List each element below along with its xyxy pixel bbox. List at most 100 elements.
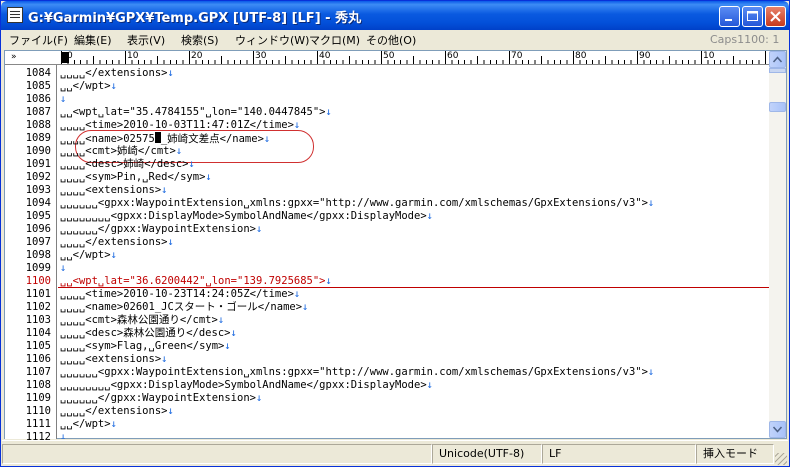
resize-grip[interactable] bbox=[775, 453, 787, 465]
code-area[interactable]: ␣␣␣␣</extensions>↓ ␣␣</wpt>↓ ↓ ␣␣<wpt␣lat="… bbox=[58, 65, 769, 439]
newline-mark-icon: ↓ bbox=[60, 431, 67, 439]
status-encoding[interactable]: Unicode(UTF-8) bbox=[432, 444, 542, 464]
line-number[interactable]: 1097 bbox=[5, 236, 51, 249]
line-number[interactable]: 1092 bbox=[5, 171, 51, 184]
newline-mark-icon: ↓ bbox=[110, 249, 117, 261]
code-line[interactable]: ␣␣␣␣<desc>森林公園通り</desc>↓ bbox=[60, 327, 237, 340]
line-number[interactable]: 1110 bbox=[5, 405, 51, 418]
line-number[interactable]: 1102 bbox=[5, 301, 51, 314]
code-line[interactable]: ␣␣␣␣<extensions>↓ bbox=[60, 353, 167, 366]
code-line[interactable]: ␣␣</wpt>↓ bbox=[60, 249, 117, 262]
line-number[interactable]: 1109 bbox=[5, 392, 51, 405]
line-number[interactable]: 1106 bbox=[5, 353, 51, 366]
menu-other[interactable]: その他(O) bbox=[366, 32, 416, 48]
code-line[interactable]: ␣␣␣␣</extensions>↓ bbox=[60, 67, 174, 80]
line-number[interactable]: 1096 bbox=[5, 223, 51, 236]
code-line[interactable]: ␣␣␣␣␣␣</gpxx:WaypointExtension>↓ bbox=[60, 223, 262, 236]
code-line[interactable]: ␣␣␣␣<time>2010-10-03T11:47:01Z</time>↓ bbox=[60, 119, 300, 132]
text-editor[interactable]: » 0 10 20 30 40 50 60 70 80 90 10 1084 10… bbox=[4, 50, 787, 443]
code-line[interactable]: ␣␣␣␣<cmt>姉崎</cmt>↓ bbox=[60, 145, 182, 158]
status-line-ending[interactable]: LF bbox=[542, 444, 696, 464]
line-number-gutter[interactable]: 1084 1085 1086 1087 1088 1089 1090 1091 1092 1093… bbox=[5, 65, 57, 443]
code-line[interactable]: ␣␣␣␣␣␣␣␣<gpxx:DisplayMode>SymbolAndName<… bbox=[60, 210, 433, 223]
scroll-up-arrow-icon bbox=[773, 56, 782, 63]
code-line[interactable]: ␣␣</wpt>↓ bbox=[60, 80, 117, 93]
code-line[interactable]: ␣␣<wpt␣lat="36.6200442"␣lon="139.7925685… bbox=[60, 275, 332, 288]
line-number[interactable]: 1101 bbox=[5, 288, 51, 301]
line-number[interactable]: 1093 bbox=[5, 184, 51, 197]
line-number[interactable]: 1108 bbox=[5, 379, 51, 392]
line-number[interactable]: 1090 bbox=[5, 145, 51, 158]
newline-mark-icon: ↓ bbox=[60, 93, 67, 105]
code-line[interactable]: ␣␣␣␣␣␣␣␣<gpxx:DisplayMode>SymbolAndName<… bbox=[60, 379, 433, 392]
code-text: ␣␣</wpt> bbox=[60, 80, 111, 92]
menu-edit[interactable]: 編集(E) bbox=[74, 32, 112, 48]
line-number[interactable]: 1100 bbox=[5, 275, 51, 288]
title-bar[interactable]: G:¥Garmin¥GPX¥Temp.GPX [UTF-8] [LF] - 秀丸 bbox=[1, 1, 789, 30]
newline-mark-icon: ↓ bbox=[167, 67, 174, 79]
line-number[interactable]: 1088 bbox=[5, 119, 51, 132]
close-button[interactable] bbox=[765, 6, 786, 27]
line-number[interactable]: 1089 bbox=[5, 132, 51, 145]
menu-view[interactable]: 表示(V) bbox=[127, 32, 165, 48]
menu-window[interactable]: ウィンドウ(W) bbox=[235, 32, 309, 48]
line-number[interactable]: 1084 bbox=[5, 67, 51, 80]
split-box[interactable] bbox=[769, 68, 786, 73]
code-line[interactable]: ↓ bbox=[60, 431, 66, 439]
line-number[interactable]: 1086 bbox=[5, 93, 51, 106]
line-number[interactable]: 1103 bbox=[5, 314, 51, 327]
menu-search[interactable]: 検索(S) bbox=[181, 32, 219, 48]
newline-mark-icon: ↓ bbox=[110, 80, 117, 92]
line-number[interactable]: 1107 bbox=[5, 366, 51, 379]
code-line[interactable]: ␣␣␣␣<cmt>森林公園通り</cmt>↓ bbox=[60, 314, 224, 327]
newline-mark-icon: ↓ bbox=[426, 379, 433, 391]
scroll-up-button[interactable] bbox=[769, 51, 786, 68]
code-text: ␣␣␣␣<time>2010-10-23T14:24:05Z</time> bbox=[60, 288, 294, 300]
line-number[interactable]: 1099 bbox=[5, 262, 51, 275]
line-number[interactable]: 1104 bbox=[5, 327, 51, 340]
scroll-down-button[interactable] bbox=[769, 421, 786, 438]
line-number[interactable]: 1091 bbox=[5, 158, 51, 171]
code-line[interactable]: ↓ bbox=[60, 262, 66, 275]
code-line[interactable]: ␣␣␣␣<sym>Pin,␣Red</sym>↓ bbox=[60, 171, 212, 184]
code-line[interactable]: ␣␣␣␣</extensions>↓ bbox=[60, 405, 174, 418]
line-number[interactable]: 1095 bbox=[5, 210, 51, 223]
code-line[interactable]: ␣␣␣␣<time>2010-10-23T14:24:05Z</time>↓ bbox=[60, 288, 300, 301]
code-line[interactable]: ␣␣<wpt␣lat="35.4784155"␣lon="140.0447845… bbox=[60, 106, 332, 119]
menu-macro[interactable]: マクロ(M) bbox=[309, 32, 360, 48]
newline-mark-icon: ↓ bbox=[325, 106, 332, 118]
code-text: ␣␣␣␣␣␣<gpxx:WaypointExtension␣xmlns:gpxx… bbox=[60, 197, 648, 209]
minimize-button[interactable] bbox=[719, 6, 740, 27]
code-text: ␣␣␣␣</extensions> bbox=[60, 405, 168, 417]
menu-file[interactable]: ファイル(F) bbox=[9, 32, 68, 48]
line-number[interactable]: 1098 bbox=[5, 249, 51, 262]
code-text: ␣␣␣␣␣␣␣␣<gpxx:DisplayMode>SymbolAndName<… bbox=[60, 379, 427, 391]
code-line[interactable]: ␣␣␣␣<desc>姉崎</desc>↓ bbox=[60, 158, 195, 171]
maximize-button[interactable] bbox=[742, 6, 763, 27]
code-line[interactable]: ␣␣␣␣␣␣<gpxx:WaypointExtension␣xmlns:gpxx… bbox=[60, 197, 654, 210]
code-line[interactable]: ↓ bbox=[60, 93, 66, 106]
code-line[interactable]: ␣␣␣␣<name>02575 _姉崎文差点</name>↓ bbox=[60, 132, 270, 145]
line-number[interactable]: 1111 bbox=[5, 418, 51, 431]
line-number[interactable]: 1085 bbox=[5, 80, 51, 93]
line-number[interactable]: 1087 bbox=[5, 106, 51, 119]
status-insert-mode[interactable]: 挿入モード bbox=[696, 444, 774, 464]
line-number[interactable]: 1094 bbox=[5, 197, 51, 210]
code-line[interactable]: ␣␣␣␣␣␣</gpxx:WaypointExtension>↓ bbox=[60, 392, 262, 405]
vertical-scrollbar[interactable] bbox=[769, 51, 786, 438]
scroll-thumb[interactable] bbox=[769, 102, 786, 112]
code-line[interactable]: ␣␣␣␣␣␣<gpxx:WaypointExtension␣xmlns:gpxx… bbox=[60, 366, 654, 379]
ruler-label: 70 bbox=[511, 51, 523, 61]
hidemaru-app-icon[interactable] bbox=[7, 7, 23, 23]
code-line[interactable]: ␣␣␣␣<extensions>↓ bbox=[60, 184, 167, 197]
status-bar: Unicode(UTF-8) LF 挿入モード bbox=[2, 440, 788, 466]
newline-mark-icon: ↓ bbox=[224, 340, 231, 352]
ruler-label: 0 bbox=[67, 51, 73, 61]
line-number[interactable]: 1105 bbox=[5, 340, 51, 353]
code-line[interactable]: ␣␣␣␣<name>02601_JCスタート・ゴール</name>↓ bbox=[60, 301, 308, 314]
code-text: ␣␣␣␣<desc>姉崎</desc> bbox=[60, 158, 189, 170]
code-line[interactable]: ␣␣␣␣<sym>Flag,␣Green</sym>↓ bbox=[60, 340, 231, 353]
ruler-label: 10 bbox=[703, 51, 715, 61]
code-line[interactable]: ␣␣␣␣</extensions>↓ bbox=[60, 236, 174, 249]
code-line[interactable]: ␣␣</wpt>↓ bbox=[60, 418, 117, 431]
